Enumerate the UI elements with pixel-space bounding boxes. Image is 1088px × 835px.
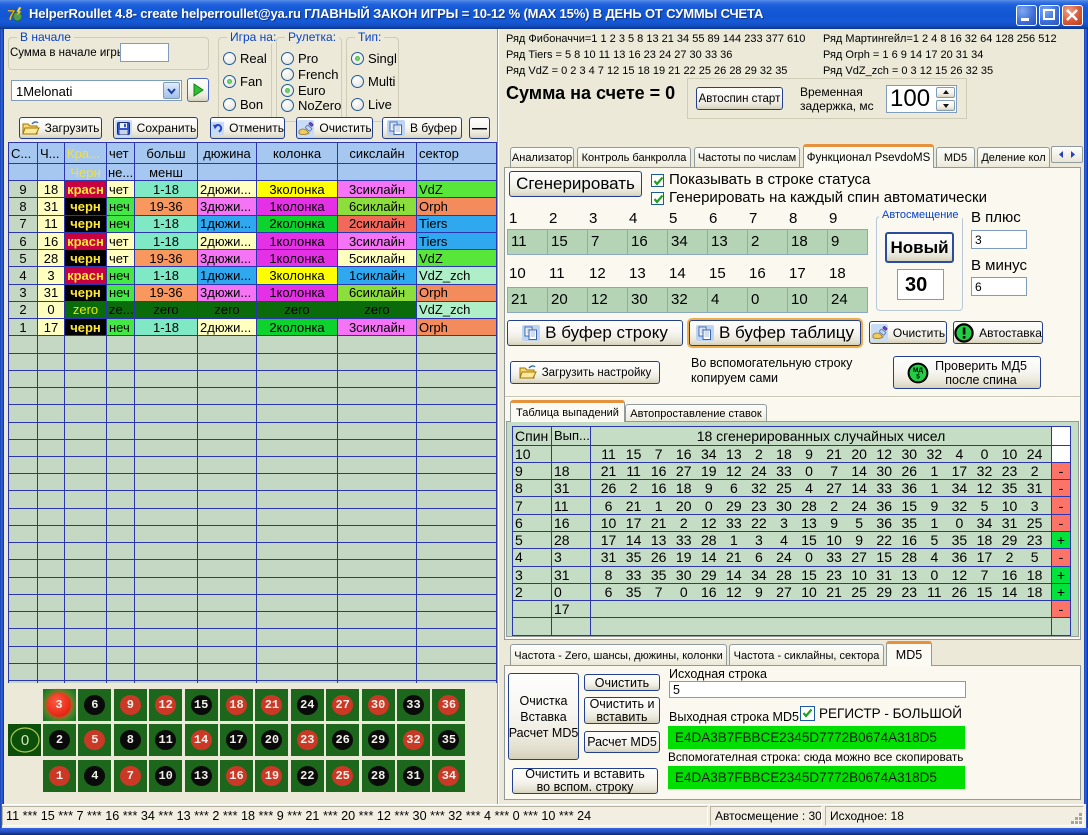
svg-text:5: 5 (916, 373, 920, 380)
svg-text:0: 0 (21, 732, 29, 749)
